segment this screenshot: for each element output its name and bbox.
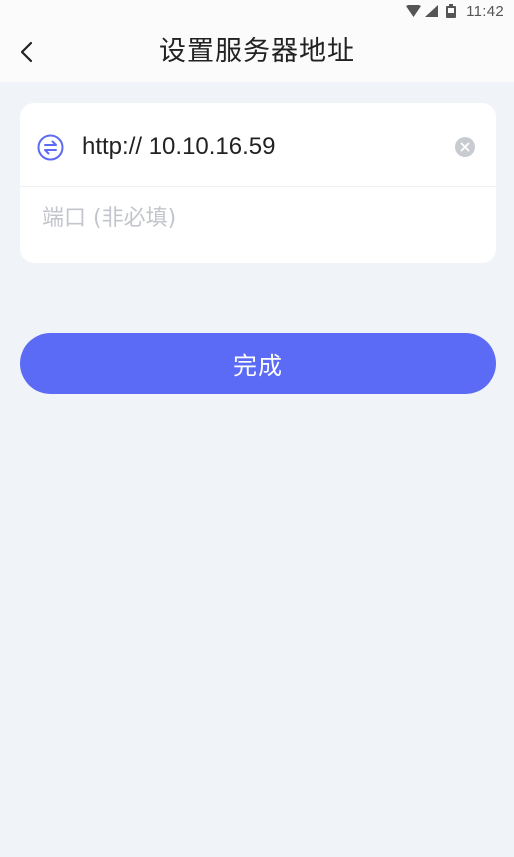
signal-icon [425,5,439,17]
status-bar: 11:42 [0,0,514,22]
battery-icon [446,4,457,18]
clear-icon[interactable] [454,136,476,158]
page-title: 设置服务器地址 [159,36,355,67]
server-form-card [20,103,496,263]
done-button[interactable]: 完成 [20,333,496,394]
server-url-row [20,103,496,187]
wifi-icon [406,5,422,17]
swap-icon[interactable] [37,134,64,161]
header: 设置服务器地址 [0,22,514,82]
server-url-input[interactable] [82,127,452,167]
port-input[interactable] [42,198,472,238]
status-time: 11:42 [466,2,504,20]
